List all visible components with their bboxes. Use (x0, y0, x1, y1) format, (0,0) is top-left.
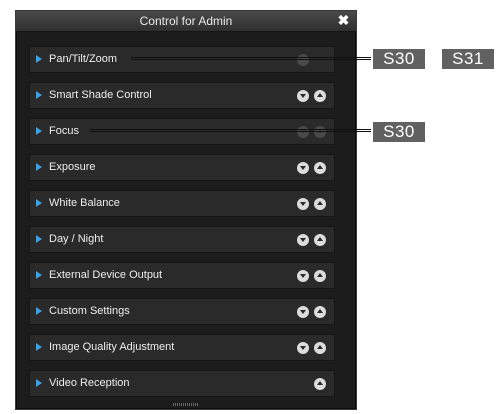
move-up-icon[interactable] (314, 342, 326, 354)
move-down-icon[interactable] (297, 270, 309, 282)
section-label: Pan/Tilt/Zoom (49, 53, 118, 65)
move-down-icon[interactable] (297, 162, 309, 174)
section-label: Day / Night (49, 233, 104, 245)
move-up-icon[interactable] (314, 270, 326, 282)
move-up-icon[interactable] (314, 90, 326, 102)
resize-grip[interactable] (173, 403, 199, 406)
move-down-icon[interactable] (297, 342, 309, 354)
callout-badge-s30: S30 (373, 122, 425, 142)
section-day-night[interactable]: Day / Night (29, 226, 335, 253)
move-up-icon[interactable] (314, 378, 326, 390)
callout-leader-line-focus (90, 129, 371, 132)
move-up-icon[interactable] (314, 162, 326, 174)
annotated-screenshot: Control for Admin ✖ Pan/Tilt/Zoom Smart … (0, 0, 499, 414)
section-label: Exposure (49, 161, 96, 173)
section-exposure[interactable]: Exposure (29, 154, 335, 181)
expand-arrow-icon[interactable] (36, 271, 42, 279)
expand-arrow-icon[interactable] (36, 235, 42, 243)
section-label: Custom Settings (49, 305, 130, 317)
move-down-icon[interactable] (297, 198, 309, 210)
section-label: Video Reception (49, 377, 130, 389)
close-icon[interactable]: ✖ (337, 13, 350, 27)
move-down-disabled-icon (297, 126, 309, 138)
expand-arrow-icon[interactable] (36, 91, 42, 99)
section-label: Image Quality Adjustment (49, 341, 175, 353)
move-up-icon[interactable] (314, 306, 326, 318)
control-for-admin-panel: Control for Admin ✖ Pan/Tilt/Zoom Smart … (15, 10, 357, 410)
expand-arrow-icon[interactable] (36, 307, 42, 315)
section-label: Focus (49, 125, 79, 137)
callout-badge-s31: S31 (442, 49, 494, 69)
move-down-icon[interactable] (297, 90, 309, 102)
collapse-all-disabled-icon (297, 54, 309, 66)
callout-leader-line-ptz (131, 57, 371, 60)
expand-arrow-icon[interactable] (36, 55, 42, 63)
callout-badge-s30: S30 (373, 49, 425, 69)
move-up-disabled-icon (314, 126, 326, 138)
expand-arrow-icon[interactable] (36, 199, 42, 207)
section-label: External Device Output (49, 269, 163, 281)
panel-title: Control for Admin (139, 14, 233, 28)
section-custom-settings[interactable]: Custom Settings (29, 298, 335, 325)
section-label: White Balance (49, 197, 120, 209)
section-image-quality-adjustment[interactable]: Image Quality Adjustment (29, 334, 335, 361)
section-smart-shade-control[interactable]: Smart Shade Control (29, 82, 335, 109)
move-down-icon[interactable] (297, 306, 309, 318)
section-video-reception[interactable]: Video Reception (29, 370, 335, 397)
title-bar[interactable]: Control for Admin ✖ (16, 11, 356, 32)
move-down-icon[interactable] (297, 234, 309, 246)
section-label: Smart Shade Control (49, 89, 152, 101)
move-up-icon[interactable] (314, 198, 326, 210)
section-white-balance[interactable]: White Balance (29, 190, 335, 217)
expand-arrow-icon[interactable] (36, 127, 42, 135)
move-up-icon[interactable] (314, 234, 326, 246)
section-external-device-output[interactable]: External Device Output (29, 262, 335, 289)
expand-arrow-icon[interactable] (36, 343, 42, 351)
expand-arrow-icon[interactable] (36, 163, 42, 171)
expand-arrow-icon[interactable] (36, 379, 42, 387)
